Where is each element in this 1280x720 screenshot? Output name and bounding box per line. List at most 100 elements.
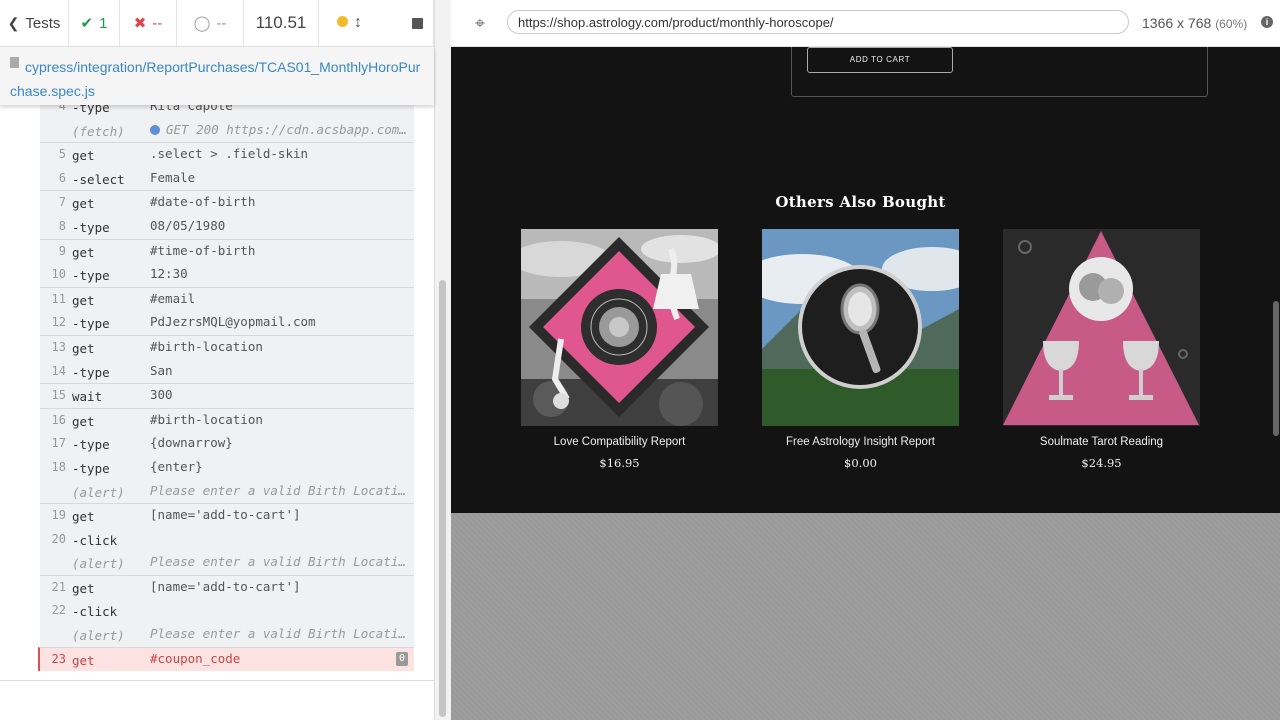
command-message-text: [name='add-to-cart'] xyxy=(150,578,301,594)
command-message: #birth-location xyxy=(150,412,408,427)
command-message: San xyxy=(150,363,408,378)
command-event-row[interactable]: (alert) Please enter a valid Birth Locati… xyxy=(40,623,414,647)
command-number: 20 xyxy=(51,531,66,546)
product-price: $24.95 xyxy=(1081,456,1122,470)
reporter-header: ❮ Tests ✔ 1 ✖ -- ◯ -- 110.51 ↕ xyxy=(0,0,434,47)
command-name: get xyxy=(72,580,95,596)
command-number: 4 xyxy=(58,105,66,113)
command-name: get xyxy=(72,652,95,668)
command-name: -click xyxy=(72,532,118,548)
aut-scrollbar-thumb[interactable] xyxy=(1273,301,1279,436)
command-row[interactable]: 20 -click xyxy=(40,527,414,552)
command-row[interactable]: 10 -type 12:30 xyxy=(40,263,414,287)
x-icon: ✖ xyxy=(133,15,147,32)
command-message: 12:30 xyxy=(150,266,408,281)
add-to-cart-button[interactable]: ADD TO CART xyxy=(807,47,953,73)
command-list: 4 -type Rita Capote (fetch) GET 200 https://… xyxy=(38,105,414,672)
command-row[interactable]: 11 get #email xyxy=(40,286,414,312)
command-message-text: 12:30 xyxy=(150,266,188,282)
command-number: 8 xyxy=(58,218,66,233)
command-name: -select xyxy=(72,171,125,187)
command-number: 19 xyxy=(51,508,66,523)
product-name[interactable]: Free Astrology Insight Report xyxy=(762,436,959,448)
product-name[interactable]: Soulmate Tarot Reading xyxy=(1003,436,1200,448)
command-message-text: San xyxy=(150,362,173,378)
command-number: 22 xyxy=(51,603,66,618)
command-message: {enter} xyxy=(150,459,408,474)
command-message: [name='add-to-cart'] xyxy=(150,507,408,522)
command-row[interactable]: 12 -type PdJezrsMQL@yopmail.com xyxy=(40,311,414,335)
divider xyxy=(0,680,434,681)
run-controls: ↕ xyxy=(319,0,434,46)
aut-scrollbar[interactable] xyxy=(1272,47,1280,513)
tests-button[interactable]: ❮ Tests xyxy=(0,0,69,46)
command-number: 13 xyxy=(51,339,66,354)
stop-icon[interactable] xyxy=(412,17,423,29)
crosshair-icon[interactable]: ⌖ xyxy=(469,12,491,34)
command-message: #birth-location xyxy=(150,339,408,354)
command-name: get xyxy=(72,244,95,260)
command-message: PdJezrsMQL@yopmail.com xyxy=(150,314,408,329)
command-row[interactable]: 8 -type 08/05/1980 xyxy=(40,214,414,239)
command-row[interactable]: 19 get [name='add-to-cart'] xyxy=(40,503,414,528)
command-name: wait xyxy=(72,389,103,405)
viewport-info: 1366 x 768 (60%) xyxy=(1142,15,1247,31)
spec-file-bar: cypress/integration/ReportPurchases/TCAS… xyxy=(0,47,434,105)
auto-scroll-toggle[interactable]: ↕ xyxy=(337,14,362,32)
command-event-row[interactable]: (fetch) GET 200 https://cdn.acsbapp.com/a… xyxy=(40,118,414,143)
command-row[interactable]: 23 get #coupon_code 0 xyxy=(38,646,414,672)
command-message-text: GET 200 https://cdn.acsbapp.com/apps/app… xyxy=(166,121,408,137)
command-message-text: #email xyxy=(150,290,196,306)
command-number: 16 xyxy=(51,412,66,427)
command-row[interactable]: 18 -type {enter} xyxy=(40,455,414,480)
command-name: -type xyxy=(72,105,110,115)
command-row[interactable]: 13 get #birth-location xyxy=(40,334,414,360)
command-row[interactable]: 4 -type Rita Capote xyxy=(40,105,414,119)
command-event-row[interactable]: (alert) Please enter a valid Birth Locati… xyxy=(40,551,414,575)
command-number: 18 xyxy=(51,459,66,474)
command-message: Please enter a valid Birth Location. xyxy=(150,483,408,498)
command-row[interactable]: 14 -type San xyxy=(40,359,414,384)
command-row[interactable]: 6 -select Female xyxy=(40,166,414,191)
command-name: (alert) xyxy=(72,628,125,644)
command-number: 12 xyxy=(51,315,66,330)
product-price: $0.00 xyxy=(844,456,877,470)
url-field[interactable]: https://shop.astrology.com/product/month… xyxy=(507,10,1129,34)
info-icon[interactable]: i xyxy=(1261,16,1273,28)
command-row[interactable]: 7 get #date-of-birth xyxy=(40,190,414,215)
command-row[interactable]: 16 get #birth-location xyxy=(40,407,414,433)
command-number: 10 xyxy=(51,267,66,282)
scrollbar-thumb[interactable] xyxy=(439,280,446,717)
reporter-panel: ❮ Tests ✔ 1 ✖ -- ◯ -- 110.51 ↕ cypress/i… xyxy=(0,0,434,720)
command-row[interactable]: 22 -click xyxy=(40,599,414,624)
command-name: -type xyxy=(72,316,110,332)
reporter-scrollbar[interactable] xyxy=(434,0,451,720)
command-row[interactable]: 15 wait 300 xyxy=(40,383,414,408)
command-message: [name='add-to-cart'] xyxy=(150,579,408,594)
command-message-text: #date-of-birth xyxy=(150,194,256,210)
command-message-text: [name='add-to-cart'] xyxy=(150,507,301,523)
duration: 110.51 xyxy=(244,0,319,46)
product-image-free-insight[interactable] xyxy=(762,229,959,426)
spinner-icon: ◯ xyxy=(193,15,211,32)
spec-path-link[interactable]: cypress/integration/ReportPurchases/TCAS… xyxy=(10,55,424,103)
command-message: Rita Capote xyxy=(150,105,408,113)
command-number: 14 xyxy=(51,363,66,378)
command-name: -type xyxy=(72,268,110,284)
command-message: GET 200 https://cdn.acsbapp.com/apps/app… xyxy=(150,122,408,137)
command-message: 300 xyxy=(150,387,408,402)
command-name: -type xyxy=(72,437,110,453)
command-row[interactable]: 17 -type {downarrow} xyxy=(40,432,414,456)
product-image-love-compatibility[interactable] xyxy=(521,229,718,426)
product-name[interactable]: Love Compatibility Report xyxy=(521,436,718,448)
command-row[interactable]: 21 get [name='add-to-cart'] xyxy=(40,574,414,600)
failed-count: -- xyxy=(152,14,163,32)
command-message-text: {downarrow} xyxy=(150,435,233,451)
command-row[interactable]: 5 get .select > .field-skin xyxy=(40,142,414,167)
product-image-soulmate-tarot[interactable] xyxy=(1003,229,1200,426)
command-event-row[interactable]: (alert) Please enter a valid Birth Locati… xyxy=(40,479,414,504)
command-row[interactable]: 9 get #time-of-birth xyxy=(40,238,414,264)
command-name: get xyxy=(72,509,95,525)
command-name: -type xyxy=(72,364,110,380)
passed-count: 1 xyxy=(99,14,108,32)
